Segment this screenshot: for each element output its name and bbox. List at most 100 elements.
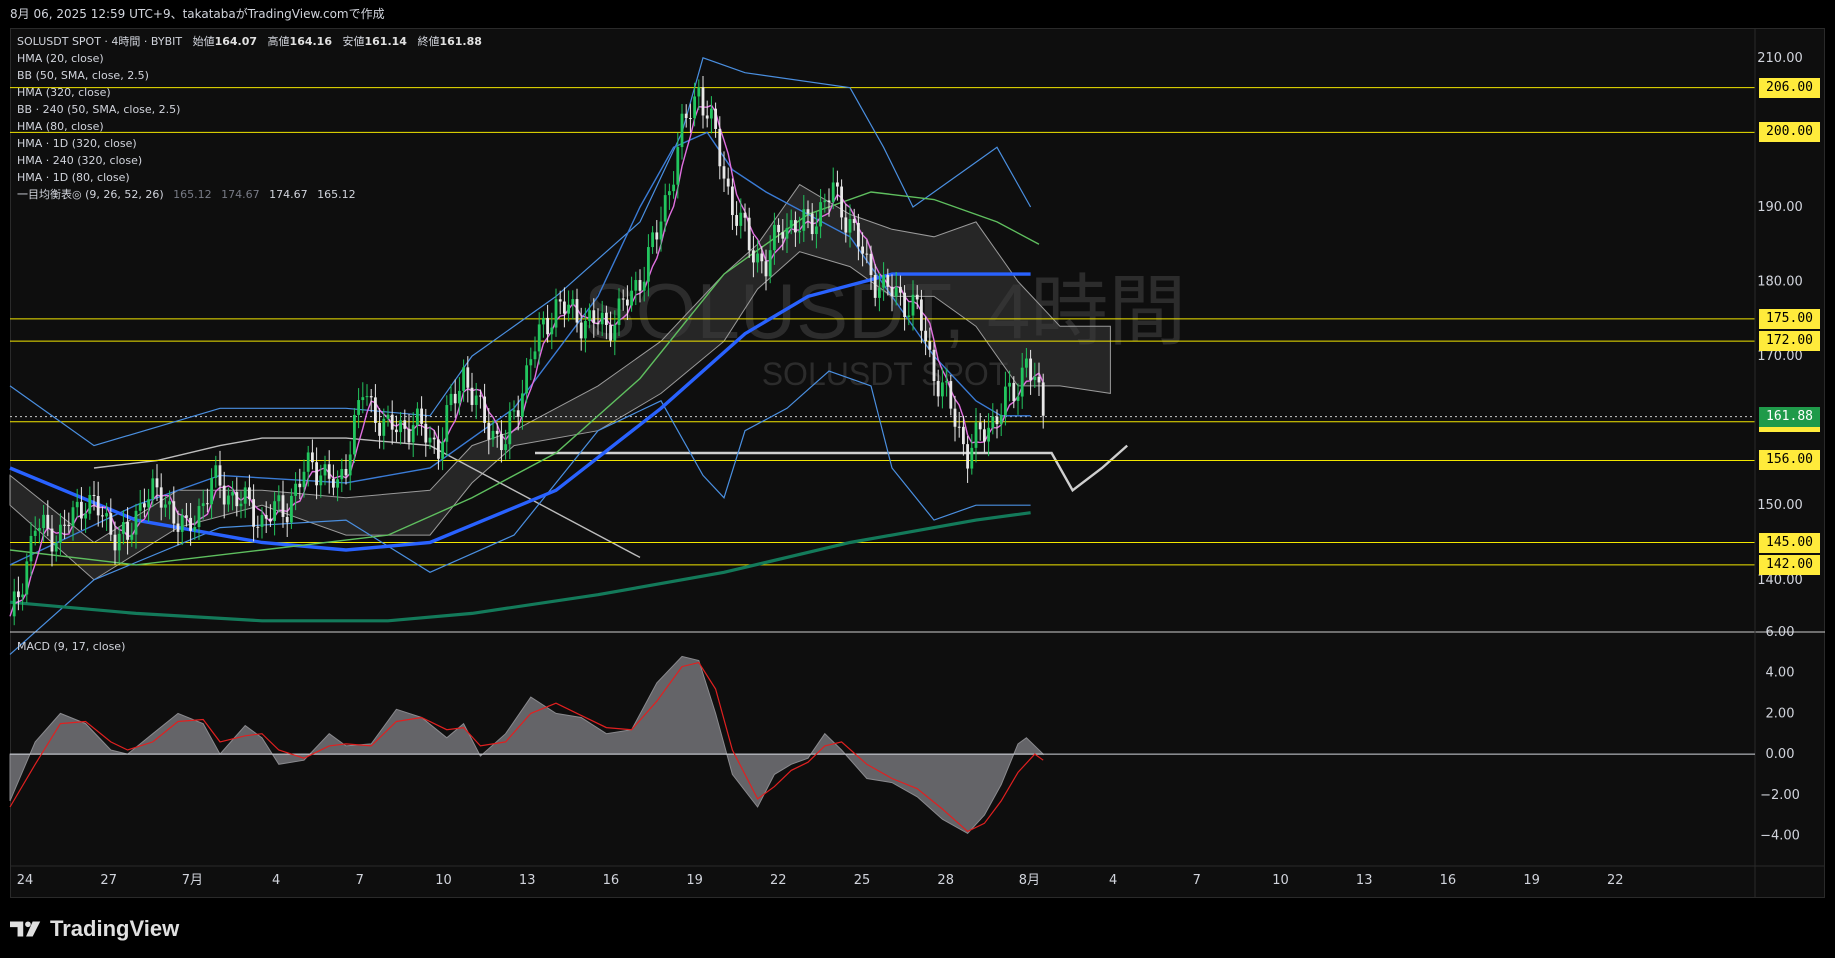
candle-body	[470, 387, 474, 405]
time-tick-label: 25	[854, 873, 871, 888]
candle-body	[781, 232, 785, 239]
candle-body	[609, 324, 612, 341]
candle-body	[777, 224, 780, 233]
candle-body	[928, 341, 932, 350]
candle-body	[122, 522, 125, 534]
level-price-tag: 200.00	[1759, 122, 1820, 143]
legend-indicator[interactable]: HMA · 1D (320, close)	[17, 135, 482, 152]
candle-body	[319, 475, 323, 486]
candle-body	[164, 504, 167, 508]
candle-body	[147, 499, 150, 508]
candle-body	[159, 487, 163, 508]
candle-body	[75, 501, 79, 508]
time-tick-label: 4	[272, 873, 280, 888]
candle-body	[705, 115, 709, 119]
candle-body	[785, 227, 789, 239]
candle-body	[949, 381, 953, 409]
time-tick-label: 28	[937, 873, 954, 888]
legend-indicator[interactable]: HMA · 1D (80, close)	[17, 169, 482, 186]
candle-body	[655, 232, 659, 240]
candle-body	[970, 447, 974, 469]
tradingview-brand[interactable]: TradingView	[10, 914, 179, 944]
candle-body	[642, 281, 646, 291]
candle-body	[995, 416, 999, 425]
candle-body	[201, 503, 205, 507]
time-tick-label: 19	[686, 873, 703, 888]
candle-body	[626, 299, 629, 306]
candle-body	[735, 215, 738, 226]
macd-tick-label: 2.00	[1766, 706, 1795, 721]
candle-body	[701, 87, 705, 116]
candle-body	[1029, 358, 1032, 381]
macd-pane	[9, 655, 1755, 835]
candle-body	[663, 195, 667, 222]
candle-body	[411, 425, 415, 443]
candle-body	[680, 113, 684, 148]
candle-body	[554, 299, 558, 328]
candle-body	[899, 286, 902, 293]
legend-indicator[interactable]: HMA · 240 (320, close)	[17, 152, 482, 169]
candle-body	[756, 253, 759, 263]
candle-body	[991, 416, 995, 428]
legend-indicator[interactable]: BB · 240 (50, SMA, close, 2.5)	[17, 101, 482, 118]
candle-body	[978, 422, 982, 430]
candle-body	[1020, 367, 1024, 397]
candle-body	[865, 253, 869, 255]
time-tick-label: 13	[1356, 873, 1373, 888]
candle-body	[932, 349, 936, 381]
candle-body	[185, 515, 188, 518]
candle-body	[823, 200, 827, 203]
candle-body	[63, 524, 66, 526]
candle-body	[474, 395, 478, 405]
candle-body	[857, 222, 860, 247]
candle-body	[567, 304, 570, 314]
macd-legend[interactable]: MACD (9, 17, close)	[17, 640, 125, 653]
candle-body	[945, 381, 948, 383]
candle-body	[689, 118, 692, 120]
candle-body	[903, 292, 906, 318]
candle-body	[365, 396, 369, 398]
candle-body	[189, 517, 192, 531]
candle-body	[235, 492, 239, 507]
candle-body	[722, 166, 726, 179]
candle-body	[117, 533, 121, 551]
legend-indicator[interactable]: HMA (80, close)	[17, 118, 482, 135]
candle-body	[718, 128, 722, 167]
legend-indicator[interactable]: BB (50, SMA, close, 2.5)	[17, 67, 482, 84]
candle-body	[458, 390, 461, 404]
candle-body	[113, 534, 117, 551]
tradingview-logo-icon	[10, 921, 41, 937]
candle-body	[311, 452, 314, 463]
candle-body	[512, 410, 516, 412]
candle-body	[172, 501, 176, 524]
macd-histogram	[9, 655, 1044, 835]
price-tick-label: 190.00	[1757, 200, 1803, 215]
candle-body	[168, 501, 171, 505]
candle-body	[886, 275, 890, 287]
candle-body	[437, 439, 440, 459]
candle-body	[579, 322, 583, 339]
candle-body	[743, 212, 747, 218]
candle-body	[12, 591, 16, 617]
candle-body	[302, 471, 306, 488]
candle-body	[651, 232, 654, 248]
legend-indicator[interactable]: HMA (320, close)	[17, 84, 482, 101]
candle-body	[264, 515, 268, 519]
legend-ichimoku[interactable]: 一目均衡表◎ (9, 26, 52, 26) 165.12 174.67 174…	[17, 186, 482, 203]
candle-body	[550, 327, 554, 335]
candle-body	[214, 465, 218, 479]
candle-body	[361, 397, 365, 401]
candle-body	[890, 286, 894, 297]
candle-body	[269, 518, 272, 521]
candle-body	[882, 275, 885, 288]
candle-body	[374, 397, 377, 423]
candle-body	[533, 351, 537, 360]
candle-body	[88, 494, 92, 514]
legend-indicator[interactable]: HMA (20, close)	[17, 50, 482, 67]
candle-body	[399, 420, 402, 433]
time-tick-label: 10	[435, 873, 452, 888]
candle-body	[516, 410, 520, 417]
candle-body	[1016, 396, 1020, 401]
candle-body	[571, 299, 575, 305]
candle-body	[445, 405, 449, 442]
